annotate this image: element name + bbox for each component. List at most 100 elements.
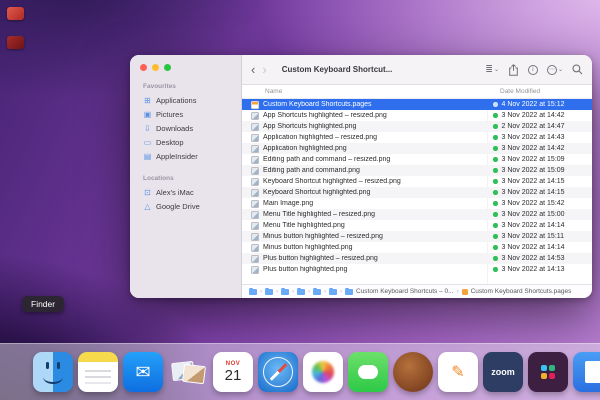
sync-status-dot — [493, 256, 498, 261]
zoom-wordmark: zoom — [491, 367, 515, 377]
file-icon — [251, 221, 259, 230]
share-button[interactable] — [508, 63, 519, 76]
dock-icon-zoom[interactable]: zoom — [483, 352, 523, 392]
more-options-button[interactable]: ⋯ ⌄ — [546, 64, 563, 75]
sidebar-item[interactable]: △ Google Drive — [140, 199, 237, 213]
sync-status-dot — [493, 179, 498, 184]
sync-status-dot — [493, 157, 498, 162]
file-date-modified: 3 Nov 2022 at 14:14 — [501, 244, 565, 251]
slack-pinwheel-icon — [541, 365, 547, 371]
dock-icon-pages[interactable]: ✎ — [438, 352, 478, 392]
file-row[interactable]: Minus button highlighted.png 3 Nov 2022 … — [242, 242, 592, 253]
share-icon — [509, 63, 518, 76]
folder-icon[interactable] — [313, 287, 321, 295]
folder-icon[interactable] — [329, 287, 337, 295]
folder-icon[interactable] — [265, 287, 273, 295]
dock-icon-safari[interactable] — [258, 352, 298, 392]
sidebar-item[interactable]: ⊡ Alex's iMac — [140, 185, 237, 199]
path-separator: › — [308, 288, 310, 295]
back-button[interactable]: ‹ — [251, 63, 255, 76]
dock-icon-preview[interactable] — [168, 352, 208, 392]
column-headers: Name Date Modified — [242, 85, 592, 99]
zoom-button[interactable] — [164, 64, 171, 71]
file-row[interactable]: Plus button highlighted.png 3 Nov 2022 a… — [242, 264, 592, 275]
file-name: Plus button highlighted.png — [263, 266, 348, 273]
sync-status-dot — [493, 245, 498, 250]
file-row[interactable]: App Shortcuts highlighted – resized.png … — [242, 110, 592, 121]
dock-icon-mail[interactable]: ✉ — [123, 352, 163, 392]
file-name: App Shortcuts highlighted – resized.png — [263, 112, 387, 119]
file-icon — [251, 188, 259, 197]
file-name: Minus button highlighted – resized.png — [263, 233, 383, 240]
search-button[interactable] — [572, 64, 583, 75]
window-main: ‹ › Custom Keyboard Shortcut... ≣ ⌄ i ⋯ — [242, 55, 592, 298]
file-name: Minus button highlighted.png — [263, 244, 353, 251]
sidebar-item[interactable]: ▤ AppleInsider — [140, 149, 237, 163]
dock-icon-calendar[interactable]: NOV 21 — [213, 352, 253, 392]
document-icon — [585, 361, 600, 383]
path-crumb-folder[interactable]: Custom Keyboard Shortcuts – 0... — [345, 287, 454, 295]
file-icon — [251, 210, 259, 219]
file-name: Application highlighted – resized.png — [263, 134, 378, 141]
file-row[interactable]: Editing path and command.png 3 Nov 2022 … — [242, 165, 592, 176]
sync-status-dot — [493, 102, 498, 107]
sync-status-dot — [493, 124, 498, 129]
file-row[interactable]: Editing path and command – resized.png 3… — [242, 154, 592, 165]
desktop-file-icon[interactable] — [7, 7, 24, 20]
sync-status-dot — [493, 168, 498, 173]
file-date-modified: 2 Nov 2022 at 14:47 — [501, 123, 565, 130]
file-icon — [251, 254, 259, 263]
sidebar-item-label: AppleInsider — [156, 151, 198, 161]
dock-icon-photos[interactable] — [303, 352, 343, 392]
file-name: Menu Title highlighted.png — [263, 222, 345, 229]
file-date-modified: 3 Nov 2022 at 14:42 — [501, 145, 565, 152]
path-crumb-file[interactable]: Custom Keyboard Shortcuts.pages — [461, 288, 571, 295]
file-icon — [251, 133, 259, 142]
sidebar-item[interactable]: ⊞ Applications — [140, 93, 237, 107]
chat-bubble-icon — [358, 365, 378, 379]
file-date-modified: 3 Nov 2022 at 15:42 — [501, 200, 565, 207]
close-button[interactable] — [140, 64, 147, 71]
folder-icon[interactable] — [249, 287, 257, 295]
dock-icon-finder[interactable] — [33, 352, 73, 392]
file-name: App Shortcuts highlighted.png — [263, 123, 357, 130]
sidebar-item-label: Google Drive — [156, 201, 200, 211]
file-row[interactable]: Keyboard Shortcut highlighted.png 3 Nov … — [242, 187, 592, 198]
toolbar-actions: ≣ ⌄ i ⋯ ⌄ — [485, 63, 583, 76]
sidebar-item[interactable]: ▭ Desktop — [140, 135, 237, 149]
dock-icon-slack[interactable] — [528, 352, 568, 392]
file-row[interactable]: Minus button highlighted – resized.png 3… — [242, 231, 592, 242]
file-row[interactable]: Keyboard Shortcut highlighted – resized.… — [242, 176, 592, 187]
file-row[interactable]: Custom Keyboard Shortcuts.pages 4 Nov 20… — [242, 99, 592, 110]
desktop-file-icon[interactable] — [7, 36, 24, 49]
file-row[interactable]: App Shortcuts highlighted.png 2 Nov 2022… — [242, 121, 592, 132]
file-row[interactable]: Menu Title highlighted – resized.png 3 N… — [242, 209, 592, 220]
column-header-date-modified[interactable]: Date Modified — [487, 88, 592, 95]
file-name: Main Image.png — [263, 200, 314, 207]
finder-tooltip: Finder — [22, 296, 65, 312]
sidebar-item[interactable]: ▣ Pictures — [140, 107, 237, 121]
file-row[interactable]: Application highlighted.png 3 Nov 2022 a… — [242, 143, 592, 154]
file-name: Plus button highlighted – resized.png — [263, 255, 378, 262]
sidebar-item-icon: ⊞ — [144, 95, 151, 105]
folder-icon[interactable] — [281, 287, 289, 295]
minimize-button[interactable] — [152, 64, 159, 71]
file-date-modified: 3 Nov 2022 at 15:00 — [501, 211, 565, 218]
dock-icon-podcasts[interactable] — [393, 352, 433, 392]
view-mode-button[interactable]: ≣ ⌄ — [485, 64, 499, 75]
info-button[interactable]: i — [527, 64, 538, 75]
sidebar-item[interactable]: ⇩ Downloads — [140, 121, 237, 135]
dock-icon-notes[interactable] — [78, 352, 118, 392]
pages-file-icon — [461, 288, 468, 295]
file-date-modified: 3 Nov 2022 at 15:09 — [501, 167, 565, 174]
file-row[interactable]: Plus button highlighted – resized.png 3 … — [242, 253, 592, 264]
dock-icon-docs[interactable] — [573, 352, 600, 392]
file-row[interactable]: Menu Title highlighted.png 3 Nov 2022 at… — [242, 220, 592, 231]
dock-icon-messages[interactable] — [348, 352, 388, 392]
file-row[interactable]: Application highlighted – resized.png 3 … — [242, 132, 592, 143]
file-row[interactable]: Main Image.png 3 Nov 2022 at 15:42 — [242, 198, 592, 209]
window-controls — [140, 64, 237, 71]
column-header-name[interactable]: Name — [242, 88, 487, 95]
folder-icon[interactable] — [297, 287, 305, 295]
forward-button[interactable]: › — [262, 63, 266, 76]
